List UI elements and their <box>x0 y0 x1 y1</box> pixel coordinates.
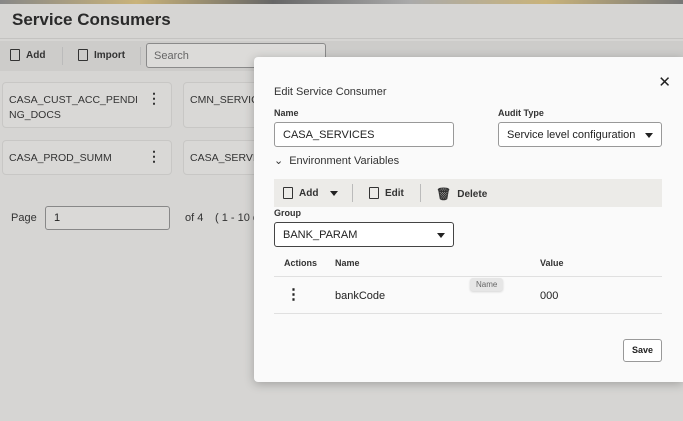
env-delete-button[interactable]: 🗑 Delete <box>436 187 487 201</box>
caret-down-icon <box>437 233 445 238</box>
audit-type-value: Service level configuration <box>507 129 636 141</box>
card-label: CASA_CUST_ACC_PENDING_DOCS <box>9 94 138 121</box>
caret-down-icon <box>330 190 339 196</box>
name-label: Name <box>274 108 299 118</box>
audit-type-select[interactable]: Service level configuration <box>498 122 662 147</box>
add-button[interactable]: Add <box>10 49 45 61</box>
tooltip: Name <box>470 278 504 291</box>
consumer-card[interactable]: CASA_PROD_SUMM ⋮ <box>2 140 172 175</box>
document-add-icon <box>283 187 293 199</box>
separator <box>62 47 63 65</box>
caret-down-icon <box>645 133 653 138</box>
row-value: 000 <box>540 290 559 302</box>
row-name: bankCode <box>335 290 386 302</box>
page-input[interactable]: 1 <box>45 206 170 230</box>
kebab-menu-icon[interactable]: ⋮ <box>147 91 161 106</box>
env-edit-label: Edit <box>385 187 404 199</box>
page-count: of 4 <box>185 212 204 224</box>
import-button[interactable]: Import <box>78 49 125 61</box>
page-range: ( 1 - 10 c <box>215 212 259 224</box>
env-edit-button[interactable]: Edit <box>369 187 404 199</box>
kebab-menu-icon[interactable]: ⋮ <box>147 149 161 164</box>
group-select[interactable]: BANK_PARAM <box>274 222 454 247</box>
col-actions: Actions <box>284 258 318 268</box>
env-variables-label: Environment Variables <box>289 155 400 167</box>
document-import-icon <box>78 49 88 61</box>
edit-dialog: ✕ Edit Service Consumer Name CASA_SERVIC… <box>254 57 683 382</box>
separator <box>352 184 353 202</box>
divider <box>0 38 683 39</box>
header-banner <box>0 0 683 4</box>
env-delete-label: Delete <box>457 188 488 200</box>
col-name: Name <box>335 258 360 268</box>
env-variables-toggle[interactable]: ⌄ Environment Variables <box>274 154 399 167</box>
col-value: Value <box>540 258 564 268</box>
env-add-button[interactable]: Add <box>283 187 339 199</box>
page-title: Service Consumers <box>12 10 171 29</box>
row-actions-icon[interactable]: ⋮ <box>286 285 301 303</box>
name-input[interactable]: CASA_SERVICES <box>274 122 454 147</box>
env-toolbar: Add Edit 🗑 Delete <box>274 179 662 207</box>
import-label: Import <box>94 49 126 61</box>
page-label: Page <box>11 212 37 224</box>
chevron-down-icon: ⌄ <box>274 155 284 167</box>
separator <box>140 47 141 65</box>
document-add-icon <box>10 49 20 61</box>
divider <box>274 276 662 277</box>
document-edit-icon <box>369 187 379 199</box>
card-label: CASA_PROD_SUMM <box>9 152 112 164</box>
audit-type-label: Audit Type <box>498 108 544 118</box>
add-label: Add <box>26 49 46 61</box>
close-icon[interactable]: ✕ <box>658 73 671 91</box>
group-label: Group <box>274 208 301 218</box>
save-button[interactable]: Save <box>623 339 662 362</box>
group-value: BANK_PARAM <box>283 229 358 241</box>
consumer-card[interactable]: CASA_CUST_ACC_PENDING_DOCS ⋮ <box>2 82 172 128</box>
dialog-title: Edit Service Consumer <box>274 86 387 98</box>
divider <box>274 313 662 314</box>
trash-icon: 🗑 <box>436 187 452 201</box>
separator <box>420 184 421 202</box>
env-add-label: Add <box>299 187 319 199</box>
